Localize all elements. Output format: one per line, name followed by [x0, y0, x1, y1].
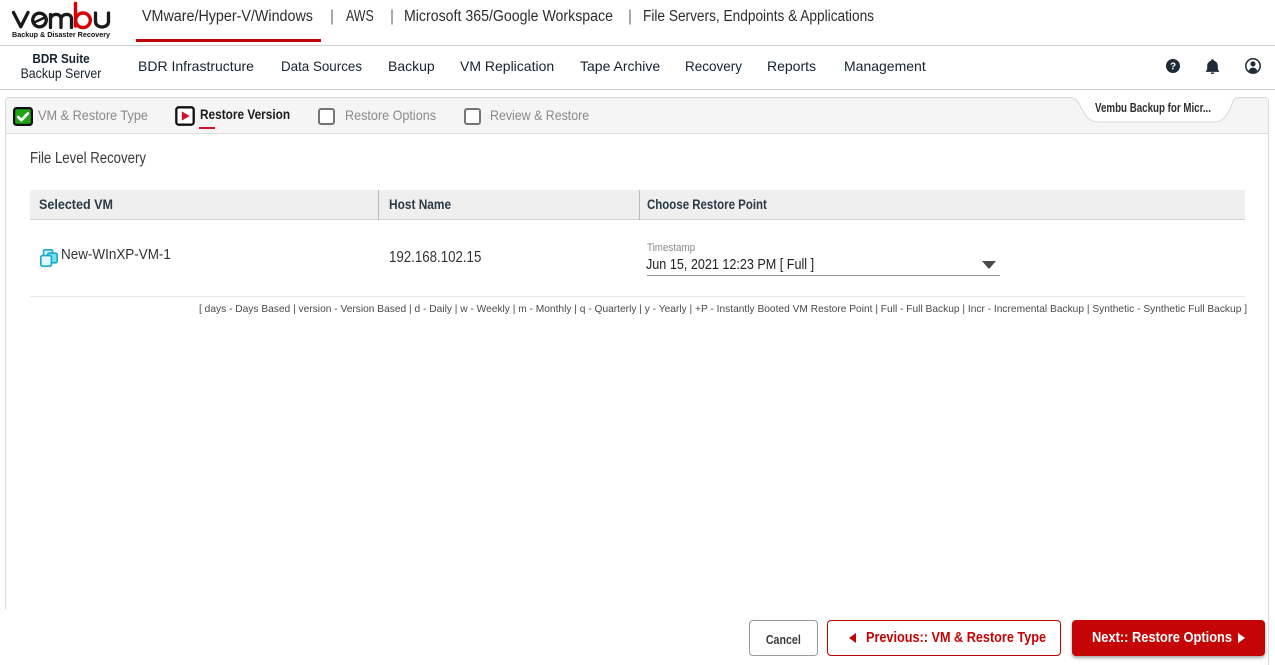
svg-text:?: ? — [1170, 62, 1176, 73]
